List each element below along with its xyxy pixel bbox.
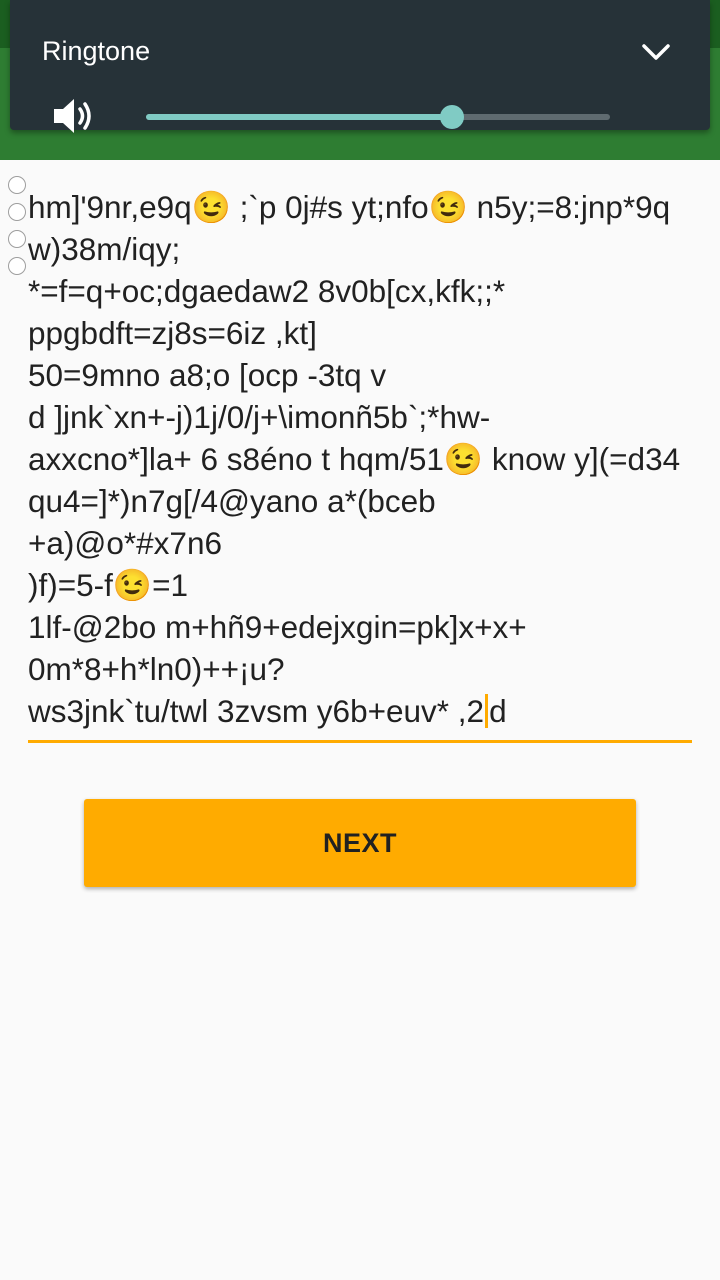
selection-handles bbox=[8, 176, 28, 276]
volume-slider[interactable] bbox=[146, 105, 610, 129]
volume-stream-title: Ringtone bbox=[42, 36, 151, 66]
next-button[interactable]: NEXT bbox=[84, 799, 636, 887]
text-after-cursor: d bbox=[489, 693, 507, 729]
text-cursor bbox=[485, 694, 489, 728]
selection-handle[interactable] bbox=[8, 230, 26, 248]
volume-slider-fill bbox=[146, 114, 453, 120]
selection-handle[interactable] bbox=[8, 257, 26, 275]
selection-handle[interactable] bbox=[8, 203, 26, 221]
screen: Ringtone hm]'9nr,e9q😉 ;`p 0j#s yt;nfo😉 n… bbox=[0, 0, 720, 1280]
text-before-cursor: hm]'9nr,e9q😉 ;`p 0j#s yt;nfo😉 n5y;=8:jnp… bbox=[28, 189, 681, 729]
volume-panel: Ringtone bbox=[10, 0, 710, 133]
volume-slider-thumb[interactable] bbox=[440, 105, 465, 129]
selection-handle[interactable] bbox=[8, 176, 26, 194]
message-text: hm]'9nr,e9q😉 ;`p 0j#s yt;nfo😉 n5y;=8:jnp… bbox=[28, 186, 692, 732]
message-text-field[interactable]: hm]'9nr,e9q😉 ;`p 0j#s yt;nfo😉 n5y;=8:jnp… bbox=[28, 186, 692, 743]
chevron-down-icon[interactable] bbox=[640, 38, 672, 66]
speaker-icon[interactable] bbox=[50, 96, 98, 136]
